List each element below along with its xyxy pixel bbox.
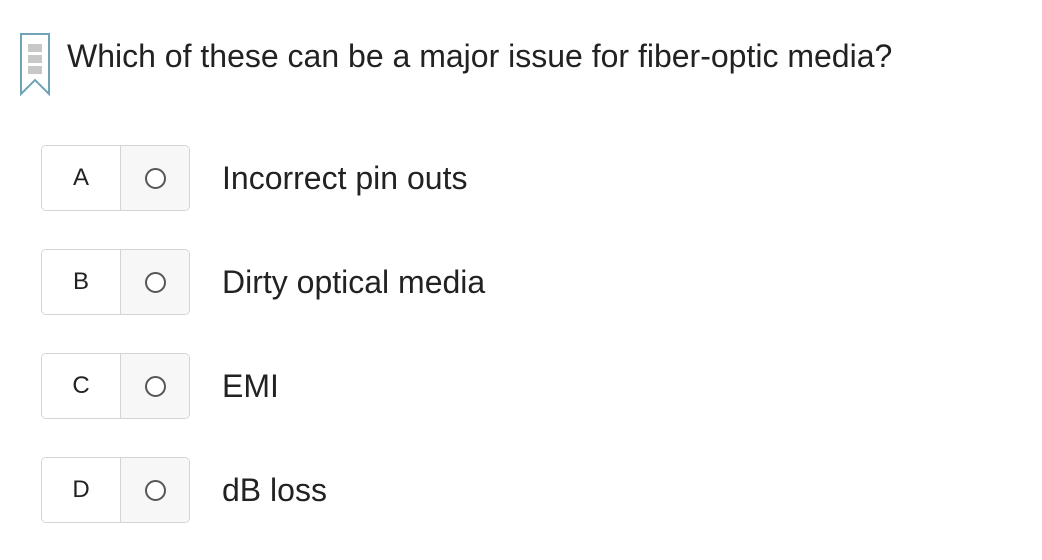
option-a[interactable]: A Incorrect pin outs — [41, 145, 1001, 211]
option-b-radio[interactable] — [121, 250, 189, 314]
radio-unchecked-icon — [144, 479, 166, 501]
radio-unchecked-icon — [144, 271, 166, 293]
question-text: Which of these can be a major issue for … — [67, 38, 893, 74]
option-c-text: EMI — [222, 368, 279, 404]
quiz-page: Which of these can be a major issue for … — [0, 0, 1042, 560]
option-a-letter: A — [42, 146, 121, 210]
option-b-choice-box[interactable]: B — [41, 249, 190, 315]
option-d[interactable]: D dB loss — [41, 457, 1001, 523]
option-b-text: Dirty optical media — [222, 264, 486, 300]
option-b-letter: B — [42, 250, 121, 314]
option-a-text: Incorrect pin outs — [222, 160, 468, 196]
option-c-letter: C — [42, 354, 121, 418]
answer-options: A Incorrect pin outs B Dirty optical med… — [41, 145, 1001, 523]
option-d-text: dB loss — [222, 472, 327, 508]
radio-unchecked-icon — [144, 167, 166, 189]
option-c-choice-box[interactable]: C — [41, 353, 190, 419]
option-d-choice-box[interactable]: D — [41, 457, 190, 523]
option-c[interactable]: C EMI — [41, 353, 1001, 419]
bookmark-flag-icon[interactable] — [19, 32, 51, 97]
option-d-radio[interactable] — [121, 458, 189, 522]
option-d-letter: D — [42, 458, 121, 522]
option-a-radio[interactable] — [121, 146, 189, 210]
radio-unchecked-icon — [144, 375, 166, 397]
option-c-radio[interactable] — [121, 354, 189, 418]
option-a-choice-box[interactable]: A — [41, 145, 190, 211]
option-b[interactable]: B Dirty optical media — [41, 249, 1001, 315]
